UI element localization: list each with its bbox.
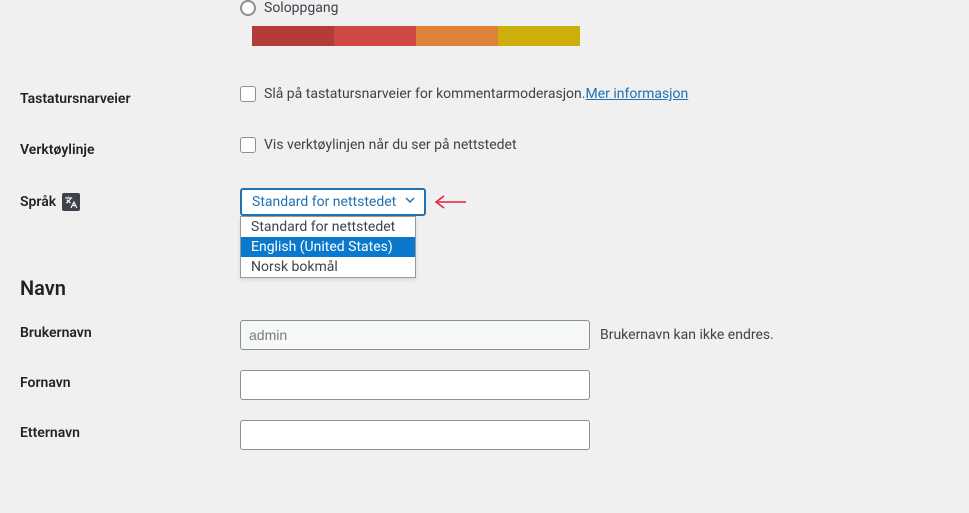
language-option-site-default[interactable]: Standard for nettstedet xyxy=(241,217,415,237)
username-label: Brukernavn xyxy=(20,320,240,341)
language-label: Språk xyxy=(20,194,56,210)
toolbar-checkbox[interactable] xyxy=(240,137,256,153)
arrow-annotation-icon xyxy=(430,192,466,217)
language-dropdown: Standard for nettstedet English (United … xyxy=(240,216,416,278)
language-select[interactable]: Standard for nettstedet xyxy=(240,188,426,216)
firstname-input[interactable] xyxy=(240,370,590,400)
toolbar-text: Vis verktøylinjen når du ser på nettsted… xyxy=(264,137,517,153)
keyboard-shortcuts-label: Tastatursnarveier xyxy=(20,86,240,107)
radio-icon xyxy=(240,0,256,16)
username-input xyxy=(240,320,590,350)
keyboard-shortcuts-checkbox[interactable] xyxy=(240,86,256,102)
firstname-label: Fornavn xyxy=(20,370,240,391)
username-hint: Brukernavn kan ikke endres. xyxy=(600,327,774,343)
color-swatches xyxy=(252,26,949,46)
translate-icon xyxy=(62,193,80,211)
language-option-norsk[interactable]: Norsk bokmål xyxy=(241,257,415,277)
color-scheme-option[interactable]: Soloppgang xyxy=(240,0,949,16)
more-info-link[interactable]: Mer informasjon xyxy=(585,86,688,102)
section-name-heading: Navn xyxy=(20,276,949,300)
lastname-input[interactable] xyxy=(240,420,590,450)
language-option-english-us[interactable]: English (United States) xyxy=(241,237,415,257)
language-selected-value: Standard for nettstedet xyxy=(252,194,396,210)
swatch-4 xyxy=(498,26,580,46)
lastname-label: Etternavn xyxy=(20,420,240,441)
keyboard-shortcuts-text: Slå på tastatursnarveier for kommentarmo… xyxy=(264,86,585,102)
swatch-1 xyxy=(252,26,334,46)
swatch-2 xyxy=(334,26,416,46)
swatch-3 xyxy=(416,26,498,46)
chevron-down-icon xyxy=(404,194,416,210)
toolbar-label: Verktøylinje xyxy=(20,137,240,158)
color-scheme-label: Soloppgang xyxy=(264,0,338,16)
